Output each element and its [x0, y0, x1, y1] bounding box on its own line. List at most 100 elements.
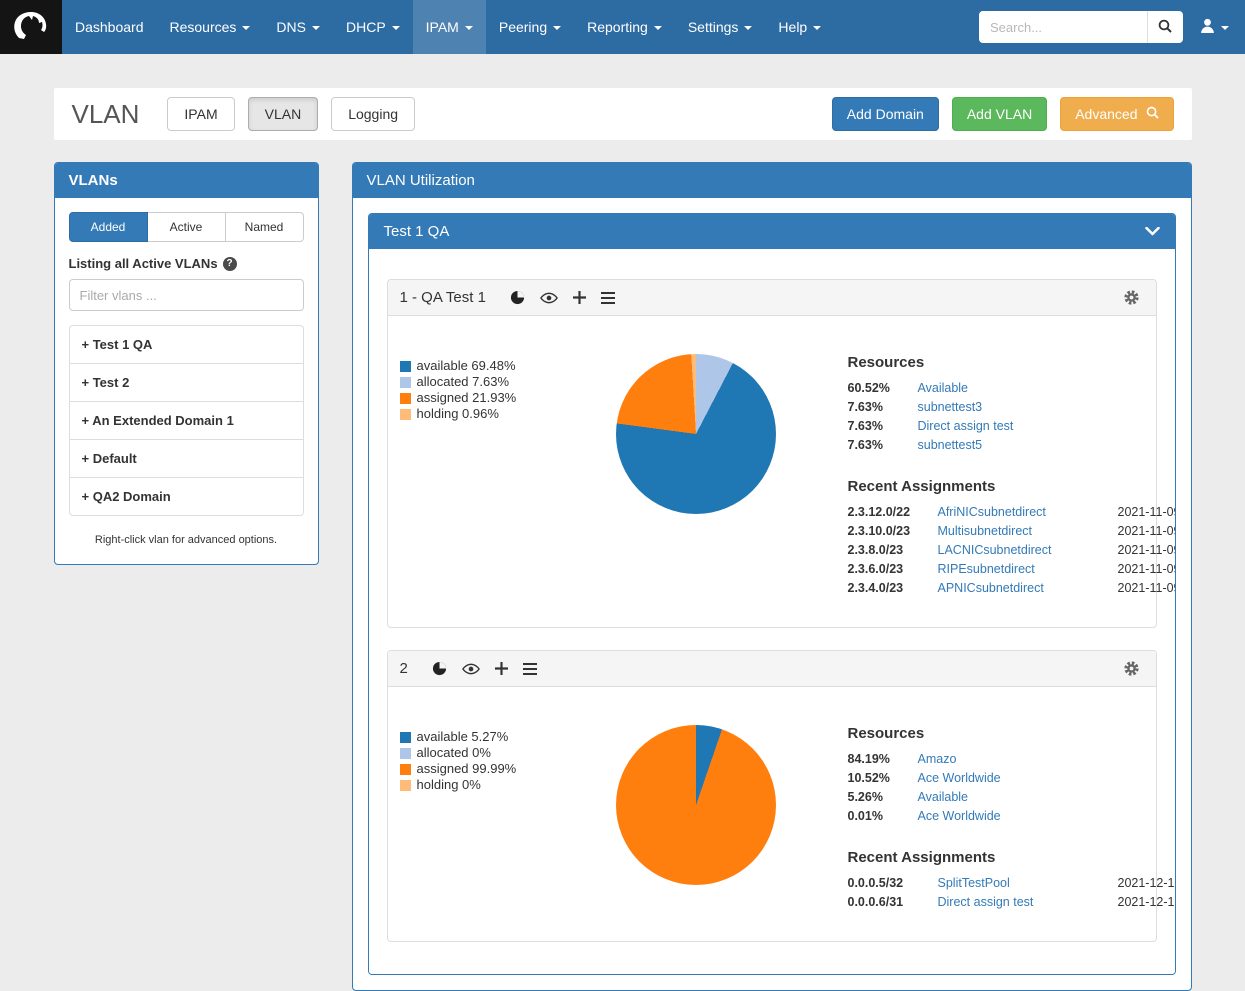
assignment-cidr: 2.3.4.0/23: [848, 581, 928, 595]
nav-item-dns[interactable]: DNS: [263, 0, 333, 54]
assignment-link[interactable]: Direct assign test: [938, 895, 1108, 909]
menu-icon[interactable]: [601, 292, 615, 304]
resource-link[interactable]: Ace Worldwide: [918, 771, 1158, 785]
gear-icon[interactable]: [1123, 289, 1140, 306]
resource-pct: 7.63%: [848, 400, 906, 414]
plus-icon[interactable]: [573, 291, 586, 304]
resource-link[interactable]: subnettest3: [918, 400, 1158, 414]
vlan-list-item[interactable]: + Default: [69, 439, 304, 478]
assignment-link[interactable]: Multisubnetdirect: [938, 524, 1108, 538]
resources-title: Resources: [848, 354, 1158, 371]
add-vlan-button[interactable]: Add VLAN: [952, 97, 1047, 131]
user-menu-button[interactable]: [1183, 17, 1235, 37]
assignment-link[interactable]: AfriNICsubnetdirect: [938, 505, 1108, 519]
resource-link[interactable]: subnettest5: [918, 438, 1158, 452]
vlan-section-2: 2: [387, 650, 1157, 942]
eye-icon[interactable]: [462, 663, 480, 675]
recent-assignments-title: Recent Assignments: [848, 849, 1158, 866]
domain-panel-header[interactable]: Test 1 QA: [369, 214, 1175, 249]
tab-logging[interactable]: Logging: [331, 97, 415, 131]
add-domain-button[interactable]: Add Domain: [832, 97, 939, 131]
filter-tab-named[interactable]: Named: [225, 212, 304, 242]
nav-item-resources[interactable]: Resources: [157, 0, 264, 54]
nav-item-help[interactable]: Help: [765, 0, 834, 54]
legend-label: available 69.48%: [417, 358, 516, 374]
tab-ipam[interactable]: IPAM: [167, 97, 234, 131]
assignment-cidr: 2.3.12.0/22: [848, 505, 928, 519]
resource-link[interactable]: Available: [918, 381, 1158, 395]
app-logo[interactable]: [0, 0, 62, 54]
caret-down-icon: [654, 26, 662, 30]
nav-item-dhcp[interactable]: DHCP: [333, 0, 413, 54]
assignment-link[interactable]: RIPEsubnetdirect: [938, 562, 1108, 576]
legend-label: assigned 21.93%: [417, 390, 517, 406]
resource-link[interactable]: Available: [918, 790, 1158, 804]
nav-item-ipam[interactable]: IPAM: [413, 0, 486, 54]
pie-chart-icon[interactable]: [432, 661, 447, 676]
legend-item: available 69.48%: [400, 358, 588, 374]
legend-swatch: [400, 732, 411, 743]
nav-item-settings[interactable]: Settings: [675, 0, 766, 54]
chevron-down-icon[interactable]: [1145, 227, 1160, 236]
nav-item-dashboard[interactable]: Dashboard: [62, 0, 157, 54]
eye-icon[interactable]: [540, 292, 558, 304]
recent-assignments-title: Recent Assignments: [848, 478, 1158, 495]
vlan-section-1-header: 1 - QA Test 1: [388, 280, 1156, 316]
plus-icon[interactable]: [495, 662, 508, 675]
vlan-list-item[interactable]: + Test 2: [69, 363, 304, 402]
question-circle-icon[interactable]: [223, 257, 237, 271]
vlan-filter-input[interactable]: [69, 279, 304, 311]
resource-pct: 7.63%: [848, 438, 906, 452]
menu-icon[interactable]: [523, 663, 537, 675]
assignment-link[interactable]: APNICsubnetdirect: [938, 581, 1108, 595]
section-title: 1 - QA Test 1: [400, 289, 486, 306]
search-input[interactable]: [979, 11, 1147, 43]
gear-icon[interactable]: [1123, 660, 1140, 677]
page-title: VLAN: [72, 99, 140, 130]
main-nav: Dashboard Resources DNS DHCP IPAM Peerin…: [62, 0, 834, 54]
legend-swatch: [400, 377, 411, 388]
caret-down-icon: [392, 26, 400, 30]
sidebar-note: Right-click vlan for advanced options.: [69, 534, 304, 546]
nav-item-reporting[interactable]: Reporting: [574, 0, 675, 54]
legend-item: allocated 0%: [400, 745, 588, 761]
vlan-list-item[interactable]: + QA2 Domain: [69, 477, 304, 516]
assignment-link[interactable]: SplitTestPool: [938, 876, 1108, 890]
resource-link[interactable]: Ace Worldwide: [918, 809, 1158, 823]
vlan-utilization-title: VLAN Utilization: [353, 163, 1191, 198]
resources-title: Resources: [848, 725, 1158, 742]
assignments-list: 2.3.12.0/22AfriNICsubnetdirect2021-11-09…: [848, 505, 1158, 595]
search-icon: [1146, 106, 1159, 122]
assignment-cidr: 2.3.8.0/23: [848, 543, 928, 557]
resource-pct: 60.52%: [848, 381, 906, 395]
assignment-date: 2021-11-09: [1118, 562, 1176, 576]
filter-tab-added[interactable]: Added: [69, 212, 148, 242]
assignment-cidr: 0.0.0.6/31: [848, 895, 928, 909]
nav-item-peering[interactable]: Peering: [486, 0, 574, 54]
assignment-date: 2021-12-15: [1118, 876, 1176, 890]
vlan-list-item[interactable]: + An Extended Domain 1: [69, 401, 304, 440]
resource-pct: 10.52%: [848, 771, 906, 785]
advanced-search-button[interactable]: Advanced: [1060, 97, 1173, 131]
resource-link[interactable]: Direct assign test: [918, 419, 1158, 433]
caret-down-icon: [813, 26, 821, 30]
legend-swatch: [400, 764, 411, 775]
listing-label: Listing all Active VLANs: [69, 256, 304, 271]
assignment-link[interactable]: LACNICsubnetdirect: [938, 543, 1108, 557]
assignment-cidr: 0.0.0.5/32: [848, 876, 928, 890]
legend-label: allocated 7.63%: [417, 374, 510, 390]
pie-chart-icon[interactable]: [510, 290, 525, 305]
tab-vlan[interactable]: VLAN: [248, 97, 319, 131]
legend-label: assigned 99.99%: [417, 761, 517, 777]
page-header: VLAN IPAM VLAN Logging Add Domain Add VL…: [54, 88, 1192, 140]
vlan-list-item[interactable]: + Test 1 QA: [69, 325, 304, 364]
user-icon: [1199, 17, 1216, 37]
assignment-cidr: 2.3.6.0/23: [848, 562, 928, 576]
filter-tab-active[interactable]: Active: [147, 212, 226, 242]
assignment-date: 2021-11-09: [1118, 505, 1176, 519]
resource-link[interactable]: Amazo: [918, 752, 1158, 766]
legend-swatch: [400, 361, 411, 372]
search-button[interactable]: [1147, 11, 1183, 43]
resource-pct: 7.63%: [848, 419, 906, 433]
legend-label: allocated 0%: [417, 745, 491, 761]
